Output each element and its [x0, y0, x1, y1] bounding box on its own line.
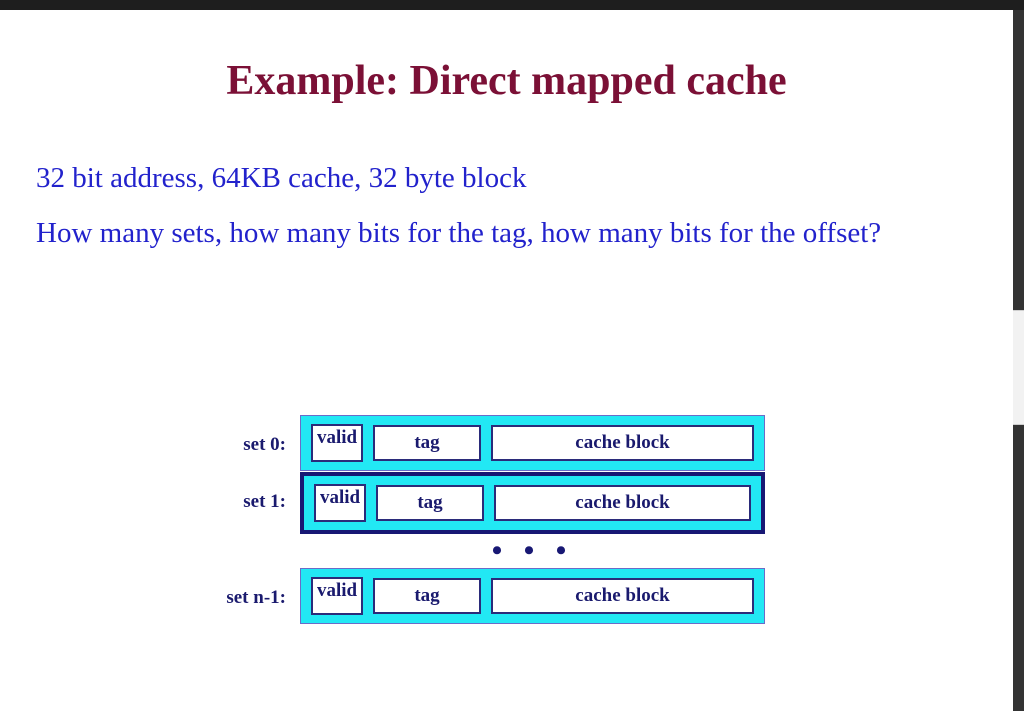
- cache-diagram: set 0: valid tag cache block set 1: vali…: [0, 410, 1013, 645]
- vertical-ellipsis: • • •: [491, 534, 574, 567]
- cache-set-label: set 0:: [243, 434, 286, 455]
- slide-body-line-1: 32 bit address, 64KB cache, 32 byte bloc…: [36, 162, 527, 194]
- valid-bit-cell: valid: [311, 577, 363, 615]
- valid-bit-cell: valid: [314, 484, 366, 522]
- page-title: Example: Direct mapped cache: [226, 58, 787, 104]
- scrollbar-thumb[interactable]: [1013, 310, 1024, 425]
- cache-block-cell: cache block: [491, 578, 754, 614]
- valid-bit-cell: valid: [311, 424, 363, 462]
- slide-body-line-2: How many sets, how many bits for the tag…: [36, 217, 882, 249]
- cache-set-bar: valid tag cache block: [300, 415, 765, 471]
- cache-set-label: set 1:: [243, 491, 286, 512]
- cache-set-bar: valid tag cache block: [300, 568, 765, 624]
- tag-cell: tag: [373, 425, 481, 461]
- tag-cell: tag: [373, 578, 481, 614]
- tag-cell: tag: [376, 485, 484, 521]
- cache-set-bar: valid tag cache block: [300, 472, 765, 534]
- cache-set-row: set 0: valid tag cache block: [0, 415, 1013, 475]
- window-title-bar: [0, 0, 1024, 10]
- cache-block-cell: cache block: [494, 485, 751, 521]
- cache-set-label: set n-1:: [226, 587, 286, 608]
- cache-set-row-highlighted: set 1: valid tag cache block: [0, 472, 1013, 534]
- cache-set-row: set n-1: valid tag cache block: [0, 568, 1013, 628]
- slide-canvas: Example: Direct mapped cache 32 bit addr…: [0, 10, 1013, 711]
- cache-block-cell: cache block: [491, 425, 754, 461]
